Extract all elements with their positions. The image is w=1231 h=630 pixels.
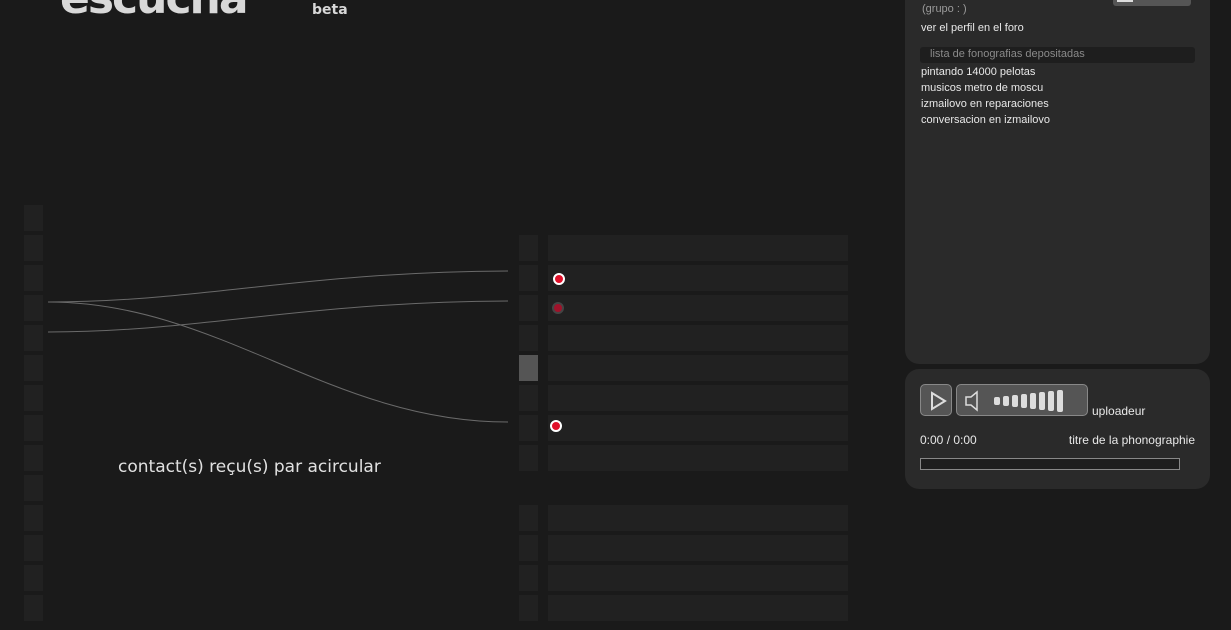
contact-row[interactable]: [548, 595, 848, 621]
track-title: titre de la phonographie: [1068, 433, 1195, 447]
mid-cell-selected[interactable]: [519, 355, 538, 381]
left-cell[interactable]: [24, 565, 43, 591]
contact-row[interactable]: [548, 325, 848, 351]
volume-control[interactable]: [956, 384, 1088, 416]
track-item[interactable]: pintando 14000 pelotas: [921, 64, 1050, 80]
mid-cell[interactable]: [519, 295, 538, 321]
mid-cell[interactable]: [519, 325, 538, 351]
left-cell[interactable]: [24, 415, 43, 441]
left-cell[interactable]: [24, 205, 43, 231]
time-display: 0:00 / 0:00: [920, 433, 977, 447]
volume-bar[interactable]: [1003, 396, 1009, 406]
tracks-list: pintando 14000 pelotas musicos metro de …: [921, 64, 1050, 128]
mid-cell[interactable]: [519, 565, 538, 591]
contact-row[interactable]: [548, 265, 848, 291]
mid-cell[interactable]: [519, 265, 538, 291]
play-button[interactable]: [920, 384, 952, 416]
mid-cell[interactable]: [519, 445, 538, 471]
left-cell[interactable]: [24, 295, 43, 321]
mid-cell[interactable]: [519, 415, 538, 441]
volume-bar[interactable]: [1039, 392, 1045, 410]
speaker-icon: [965, 390, 978, 412]
track-item[interactable]: musicos metro de moscu: [921, 80, 1050, 96]
uploader-label: uploadeur: [1092, 404, 1146, 418]
left-cell[interactable]: [24, 535, 43, 561]
contact-row[interactable]: [548, 415, 848, 441]
contact-row[interactable]: [548, 535, 848, 561]
volume-bar[interactable]: [1057, 390, 1063, 412]
track-item[interactable]: izmailovo en reparaciones: [921, 96, 1050, 112]
contact-row[interactable]: [548, 445, 848, 471]
left-cell[interactable]: [24, 475, 43, 501]
top-button-icon: [1117, 0, 1133, 2]
mid-cell[interactable]: [519, 385, 538, 411]
contact-row[interactable]: [548, 355, 848, 381]
tracks-list-header-label: lista de fonografias depositadas: [930, 48, 1085, 60]
left-cell[interactable]: [24, 235, 43, 261]
play-icon: [931, 391, 947, 411]
contact-row[interactable]: [548, 385, 848, 411]
contact-row[interactable]: [548, 295, 848, 321]
forum-profile-link[interactable]: ver el perfil en el foro: [921, 22, 1024, 34]
contact-row[interactable]: [548, 565, 848, 591]
progress-bar[interactable]: [920, 458, 1180, 470]
contact-row[interactable]: [548, 235, 848, 261]
tracks-list-header: lista de fonografias depositadas: [920, 47, 1195, 63]
contacts-caption: contact(s) reçu(s) par acircular: [118, 457, 381, 477]
left-cell[interactable]: [24, 325, 43, 351]
track-item[interactable]: conversacion en izmailovo: [921, 112, 1050, 128]
volume-bar[interactable]: [994, 397, 1000, 405]
volume-bar[interactable]: [1012, 395, 1018, 407]
left-cell[interactable]: [24, 505, 43, 531]
left-cell[interactable]: [24, 445, 43, 471]
left-cell[interactable]: [24, 265, 43, 291]
mid-cell[interactable]: [519, 235, 538, 261]
volume-bar[interactable]: [1030, 393, 1036, 409]
volume-bar[interactable]: [1048, 391, 1054, 411]
volume-bar[interactable]: [1021, 394, 1027, 408]
location-dot[interactable]: [550, 420, 562, 432]
contact-link: [47, 300, 509, 333]
location-dot[interactable]: [553, 273, 565, 285]
contact-link: [47, 301, 509, 423]
contact-row[interactable]: [548, 505, 848, 531]
contact-link: [47, 270, 509, 303]
mid-cell[interactable]: [519, 595, 538, 621]
mid-cell[interactable]: [519, 505, 538, 531]
left-cell[interactable]: [24, 355, 43, 381]
mid-cell[interactable]: [519, 535, 538, 561]
location-dot[interactable]: [552, 302, 564, 314]
group-label: (grupo : ): [922, 3, 967, 15]
left-cell[interactable]: [24, 595, 43, 621]
left-cell[interactable]: [24, 385, 43, 411]
